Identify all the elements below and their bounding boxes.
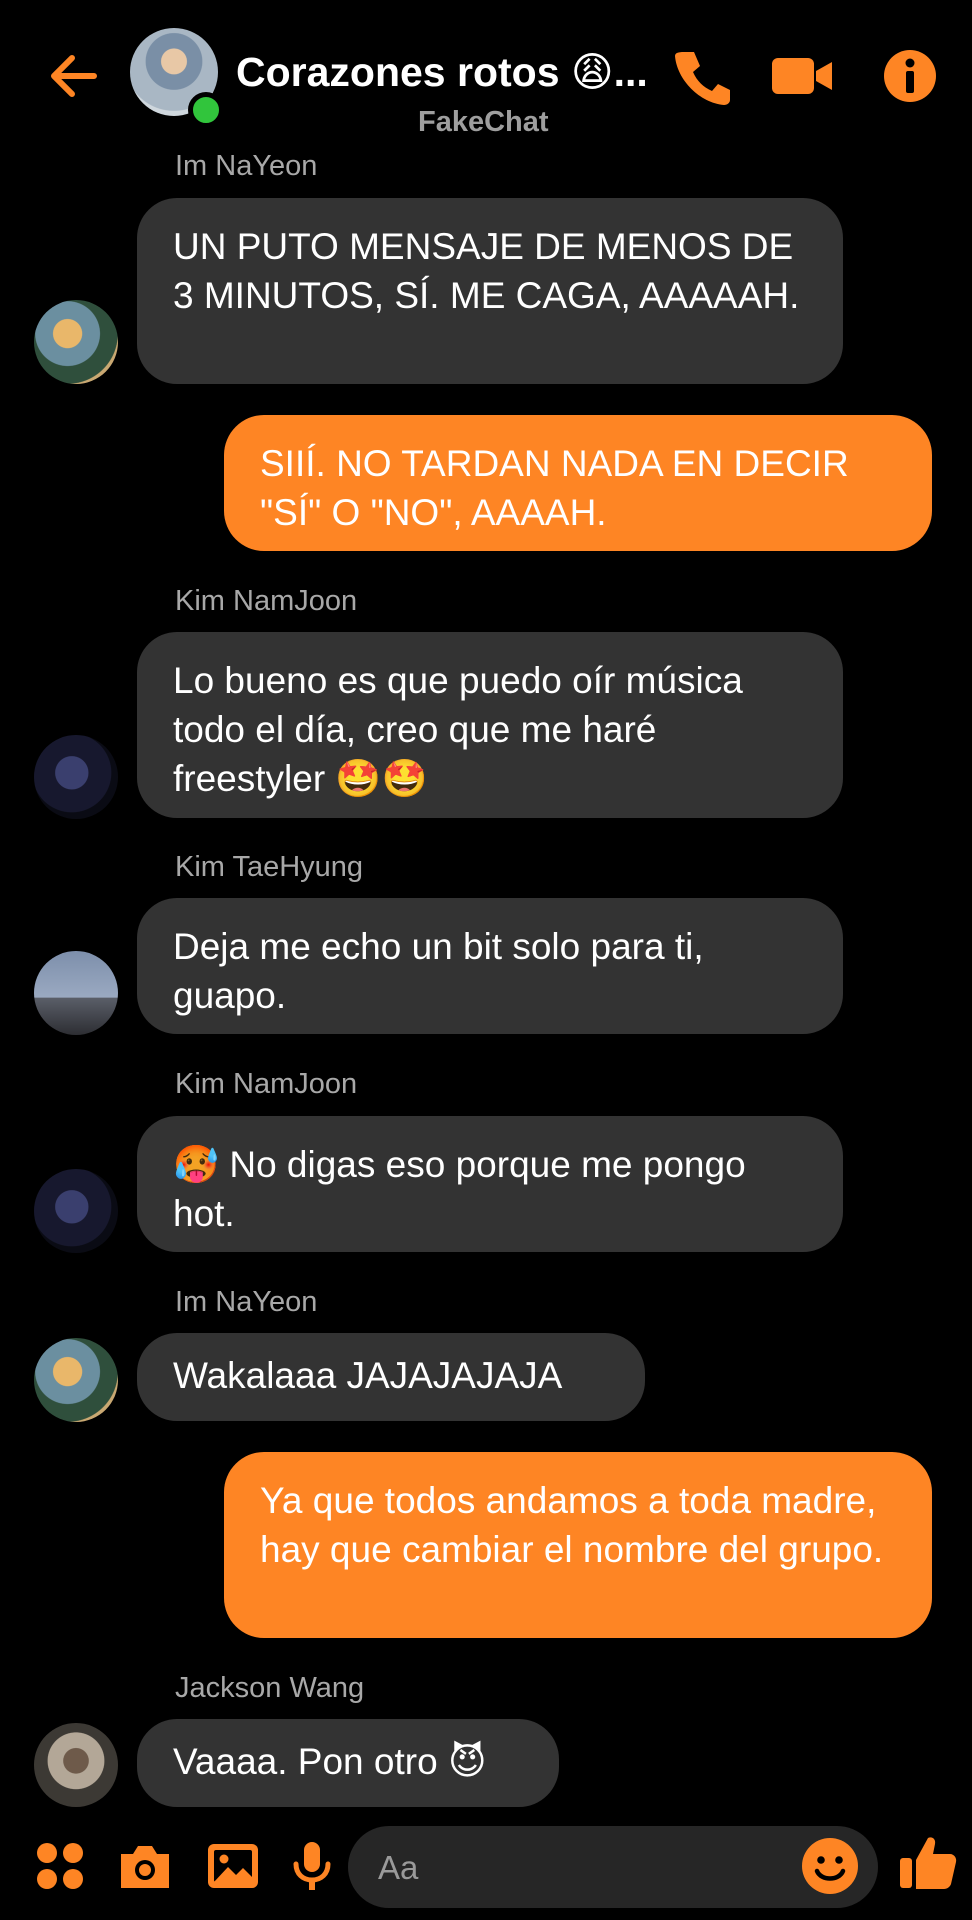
avatar-kim-namjoon[interactable] (34, 1169, 118, 1253)
thumbs-up-icon[interactable] (896, 1830, 960, 1894)
emoji-icon[interactable] (800, 1836, 860, 1896)
chat-header: Corazones rotos 😩... FakeChat (0, 0, 972, 150)
message-bubble-incoming[interactable]: Deja me echo un bit solo para ti, guapo. (137, 898, 843, 1034)
sender-name: Im NaYeon (175, 1286, 318, 1318)
video-camera-icon[interactable] (770, 44, 834, 108)
avatar-im-nayeon[interactable] (34, 300, 118, 384)
sender-name: Kim NamJoon (175, 585, 358, 617)
back-arrow-icon[interactable] (44, 46, 104, 106)
message-text: 🥵 No digas eso porque me pongo hot. (173, 1144, 746, 1234)
avatar-jackson-wang[interactable] (34, 1723, 118, 1807)
message-bubble-incoming[interactable]: UN PUTO MENSAJE DE MENOS DE 3 MINUTOS, S… (137, 198, 843, 384)
message-bubble-incoming[interactable]: Vaaaa. Pon otro 😈 (137, 1719, 559, 1807)
avatar-kim-namjoon[interactable] (34, 735, 118, 819)
avatar-im-nayeon[interactable] (34, 1338, 118, 1422)
message-input-container (348, 1826, 878, 1910)
message-bubble-incoming[interactable]: Lo bueno es que puedo oír música todo el… (137, 632, 843, 818)
info-icon[interactable] (878, 44, 942, 108)
message-input[interactable] (376, 1826, 780, 1910)
camera-icon[interactable] (115, 1836, 175, 1896)
message-text: Ya que todos andamos a toda madre, hay q… (260, 1480, 884, 1570)
avatar-kim-taehyung[interactable] (34, 951, 118, 1035)
message-bubble-outgoing[interactable]: Ya que todos andamos a toda madre, hay q… (224, 1452, 932, 1638)
message-text: Wakalaaa JAJAJAJAJA (173, 1355, 563, 1396)
online-status-dot (188, 92, 224, 128)
sender-name: Kim TaeHyung (175, 851, 364, 883)
gallery-icon[interactable] (203, 1836, 263, 1896)
message-text: Deja me echo un bit solo para ti, guapo. (173, 926, 704, 1016)
message-text: Vaaaa. Pon otro 😈 (173, 1741, 487, 1782)
message-bubble-incoming[interactable]: 🥵 No digas eso porque me pongo hot. (137, 1116, 843, 1252)
phone-icon[interactable] (670, 44, 734, 108)
microphone-icon[interactable] (282, 1836, 342, 1896)
chat-subtitle: FakeChat (418, 106, 549, 138)
sender-name: Im NaYeon (175, 150, 318, 182)
message-bubble-incoming[interactable]: Wakalaaa JAJAJAJAJA (137, 1333, 645, 1421)
message-bubble-outgoing[interactable]: SIIÍ. NO TARDAN NADA EN DECIR "SÍ" O "NO… (224, 415, 932, 551)
sender-name: Jackson Wang (175, 1672, 365, 1704)
chat-title[interactable]: Corazones rotos 😩... (236, 48, 656, 96)
sender-name: Kim NamJoon (175, 1068, 358, 1100)
message-text: SIIÍ. NO TARDAN NADA EN DECIR "SÍ" O "NO… (260, 443, 849, 533)
message-text: UN PUTO MENSAJE DE MENOS DE 3 MINUTOS, S… (173, 226, 800, 316)
apps-icon[interactable] (30, 1836, 90, 1896)
message-composer (0, 1818, 972, 1918)
message-text: Lo bueno es que puedo oír música todo el… (173, 660, 743, 799)
